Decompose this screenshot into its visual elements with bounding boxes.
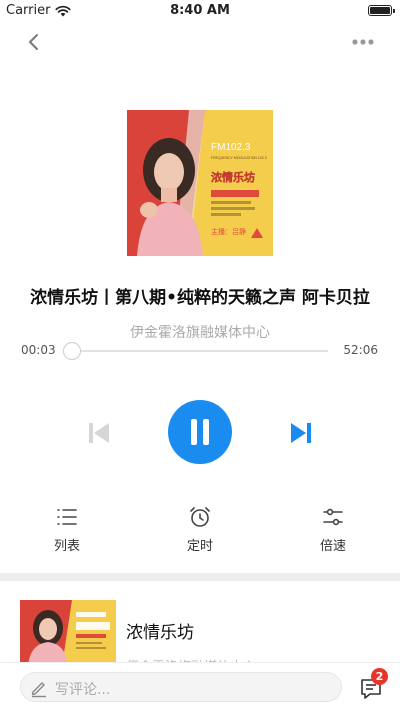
tools-row: 列表 定时 倍速 bbox=[0, 505, 400, 555]
album-name: 浓情乐坊 bbox=[126, 623, 194, 643]
skip-previous-icon bbox=[89, 423, 109, 443]
status-bar: Carrier 8:40 AM bbox=[0, 0, 400, 22]
playlist-button[interactable]: 列表 bbox=[27, 505, 107, 554]
battery-icon bbox=[368, 5, 395, 16]
alarm-clock-icon bbox=[190, 507, 210, 527]
more-button[interactable] bbox=[350, 30, 376, 54]
timer-button[interactable]: 定时 bbox=[160, 505, 240, 554]
track-artist: 伊金霍洛旗融媒体中心 bbox=[130, 325, 270, 341]
next-button[interactable] bbox=[288, 420, 314, 446]
comment-count-badge: 2 bbox=[371, 668, 388, 685]
back-button[interactable] bbox=[22, 30, 46, 54]
more-horizontal-icon bbox=[352, 39, 374, 45]
progress-track[interactable] bbox=[64, 350, 328, 352]
status-time: 8:40 AM bbox=[170, 3, 230, 18]
previous-button[interactable] bbox=[86, 420, 112, 446]
cover-frequency: FM102.3 bbox=[211, 142, 251, 153]
track-title: 浓情乐坊丨第八期•纯粹的天籁之声 阿卡贝拉 bbox=[30, 288, 370, 308]
pen-icon bbox=[31, 682, 46, 698]
duration-time: 52:06 bbox=[343, 343, 378, 357]
cover-modulation: FREQUENCY MODULATION 102.3 bbox=[211, 156, 267, 160]
pause-icon bbox=[191, 419, 209, 445]
list-icon bbox=[57, 509, 77, 525]
album-card[interactable]: 浓情乐坊 伊金霍洛旗融媒体中心 bbox=[0, 598, 400, 675]
pause-button[interactable] bbox=[168, 400, 232, 464]
tool-label-speed: 倍速 bbox=[319, 539, 346, 554]
tool-label-list: 列表 bbox=[53, 539, 80, 554]
comment-placeholder: 写评论... bbox=[55, 682, 111, 698]
cover-host: 主播：吕静 bbox=[211, 227, 246, 236]
progress-bar: 00:03 52:06 bbox=[0, 340, 400, 362]
sliders-icon bbox=[323, 508, 343, 526]
current-time: 00:03 bbox=[21, 343, 56, 357]
comment-input[interactable]: 写评论... bbox=[20, 672, 342, 702]
chevron-left-icon bbox=[29, 34, 38, 50]
playback-controls bbox=[0, 400, 400, 466]
section-divider bbox=[0, 573, 400, 581]
skip-next-icon bbox=[291, 423, 311, 443]
comment-bar: 写评论... 2 bbox=[0, 662, 400, 710]
nav-bar bbox=[0, 22, 400, 62]
progress-thumb[interactable] bbox=[63, 342, 82, 360]
album-thumbnail bbox=[20, 600, 116, 666]
cover-program: 浓情乐坊 bbox=[211, 170, 255, 184]
tool-label-timer: 定时 bbox=[186, 539, 213, 554]
speed-button[interactable]: 倍速 bbox=[293, 505, 373, 554]
cover-art: FM102.3 FREQUENCY MODULATION 102.3 浓情乐坊 … bbox=[127, 110, 273, 256]
